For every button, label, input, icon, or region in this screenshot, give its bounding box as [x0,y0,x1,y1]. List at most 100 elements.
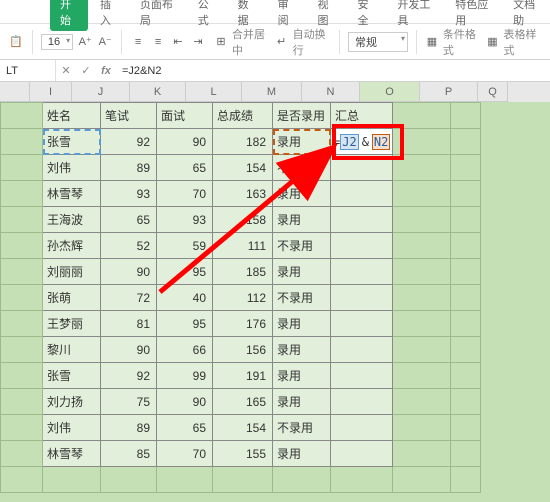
cell-name[interactable]: 刘伟 [43,415,101,441]
cell-written[interactable]: 90 [101,259,157,285]
cell-written[interactable]: 92 [101,363,157,389]
cell-interview[interactable]: 70 [157,181,213,207]
cell-name[interactable]: 林雪琴 [43,441,101,467]
cell-interview[interactable]: 90 [157,129,213,155]
cell-total[interactable]: 112 [213,285,273,311]
cell-summary[interactable] [331,259,393,285]
cell-summary[interactable] [331,155,393,181]
col-header-M[interactable]: M [242,82,302,102]
merge-label[interactable]: 合并居中 [232,26,271,58]
cell-hire[interactable]: 录用 [273,363,331,389]
tab-security[interactable]: 安全 [347,0,385,31]
select-all-corner[interactable] [0,82,30,102]
cell-total[interactable]: 182 [213,129,273,155]
cell-total[interactable]: 185 [213,259,273,285]
cell-hire[interactable]: 录用 [273,441,331,467]
cell-total[interactable]: 155 [213,441,273,467]
cell-written[interactable]: 89 [101,415,157,441]
col-header-Q[interactable]: Q [478,82,508,102]
th-written[interactable]: 笔试 [101,103,157,129]
cell-name[interactable]: 刘丽丽 [43,259,101,285]
cell-hire[interactable]: 录用 [273,389,331,415]
cell-interview[interactable]: 95 [157,311,213,337]
cell-total[interactable]: 176 [213,311,273,337]
cell-summary[interactable] [331,285,393,311]
grid[interactable]: 姓名 笔试 面试 总成绩 是否录用 汇总 张雪9290182录用=J2&N2刘伟… [0,102,481,493]
cell-interview[interactable]: 95 [157,259,213,285]
cell-hire[interactable]: 录用 [273,337,331,363]
cell-summary[interactable] [331,389,393,415]
cell-hire[interactable]: 不录用 [273,415,331,441]
cell-written[interactable]: 65 [101,207,157,233]
cell-written[interactable]: 93 [101,181,157,207]
col-header-K[interactable]: K [130,82,186,102]
th-total[interactable]: 总成绩 [213,103,273,129]
cell-summary[interactable] [331,337,393,363]
fx-icon[interactable]: fx [96,65,116,77]
cell-hire[interactable]: 不录用 [273,285,331,311]
cell-name[interactable]: 刘伟 [43,155,101,181]
decrease-font-icon[interactable]: A⁻ [97,34,113,50]
font-size-input[interactable]: 16 [41,34,73,50]
cell-summary[interactable] [331,233,393,259]
cell-written[interactable]: 89 [101,155,157,181]
th-hire[interactable]: 是否录用 [273,103,331,129]
cell-summary[interactable] [331,207,393,233]
cell-written[interactable]: 92 [101,129,157,155]
cell-hire[interactable]: 录用 [273,181,331,207]
cond-format-icon[interactable]: ▦ [425,34,439,50]
cancel-icon[interactable]: ✕ [56,64,76,77]
cell-interview[interactable]: 66 [157,337,213,363]
col-header-I[interactable]: I [30,82,72,102]
col-header-L[interactable]: L [186,82,242,102]
cell-hire[interactable]: 录用 [273,129,331,155]
table-row[interactable]: 王海波6593158录用 [1,207,481,233]
table-row[interactable]: 刘伟8965154不录用 [1,155,481,181]
cell-name[interactable]: 刘力扬 [43,389,101,415]
number-format-select[interactable]: 常规 [348,32,408,52]
cell-total[interactable]: 156 [213,337,273,363]
confirm-icon[interactable]: ✓ [76,64,96,77]
cell-summary[interactable] [331,441,393,467]
col-header-J[interactable]: J [72,82,130,102]
merge-icon[interactable]: ⊞ [214,34,228,50]
cell-total[interactable]: 158 [213,207,273,233]
cell-summary[interactable]: =J2&N2 [331,129,393,155]
cell-name[interactable]: 张雪 [43,129,101,155]
th-interview[interactable]: 面试 [157,103,213,129]
cell-interview[interactable]: 70 [157,441,213,467]
table-row[interactable]: 刘丽丽9095185录用 [1,259,481,285]
cell-hire[interactable]: 录用 [273,259,331,285]
tab-start[interactable]: 开始 [50,0,88,31]
cell-hire[interactable]: 录用 [273,311,331,337]
cell-interview[interactable]: 40 [157,285,213,311]
th-name[interactable]: 姓名 [43,103,101,129]
cell-summary[interactable] [331,363,393,389]
indent-left-icon[interactable]: ⇤ [170,34,186,50]
cell-name[interactable]: 张雪 [43,363,101,389]
indent-right-icon[interactable]: ⇥ [190,34,206,50]
cell-summary[interactable] [331,181,393,207]
table-row[interactable]: 林雪琴8570155录用 [1,441,481,467]
table-row[interactable]: 王梦丽8195176录用 [1,311,481,337]
col-header-N[interactable]: N [302,82,360,102]
cell-hire[interactable]: 不录用 [273,155,331,181]
cell-summary[interactable] [331,311,393,337]
cell-name[interactable]: 黎川 [43,337,101,363]
cell-total[interactable]: 191 [213,363,273,389]
cell-style-label[interactable]: 表格样式 [503,26,542,58]
cell-written[interactable]: 72 [101,285,157,311]
th-summary[interactable]: 汇总 [331,103,393,129]
cell-summary[interactable] [331,415,393,441]
wrap-label[interactable]: 自动换行 [293,26,332,58]
cell-name[interactable]: 林雪琴 [43,181,101,207]
cell-style-icon[interactable]: ▦ [485,34,499,50]
table-row[interactable]: 黎川9066156录用 [1,337,481,363]
cell-total[interactable]: 163 [213,181,273,207]
cell-name[interactable]: 王梦丽 [43,311,101,337]
cell-interview[interactable]: 65 [157,155,213,181]
cell-written[interactable]: 85 [101,441,157,467]
cell-interview[interactable]: 90 [157,389,213,415]
formula-input[interactable]: =J2&N2 [116,65,550,77]
tab-layout[interactable]: 页面布局 [130,0,186,31]
